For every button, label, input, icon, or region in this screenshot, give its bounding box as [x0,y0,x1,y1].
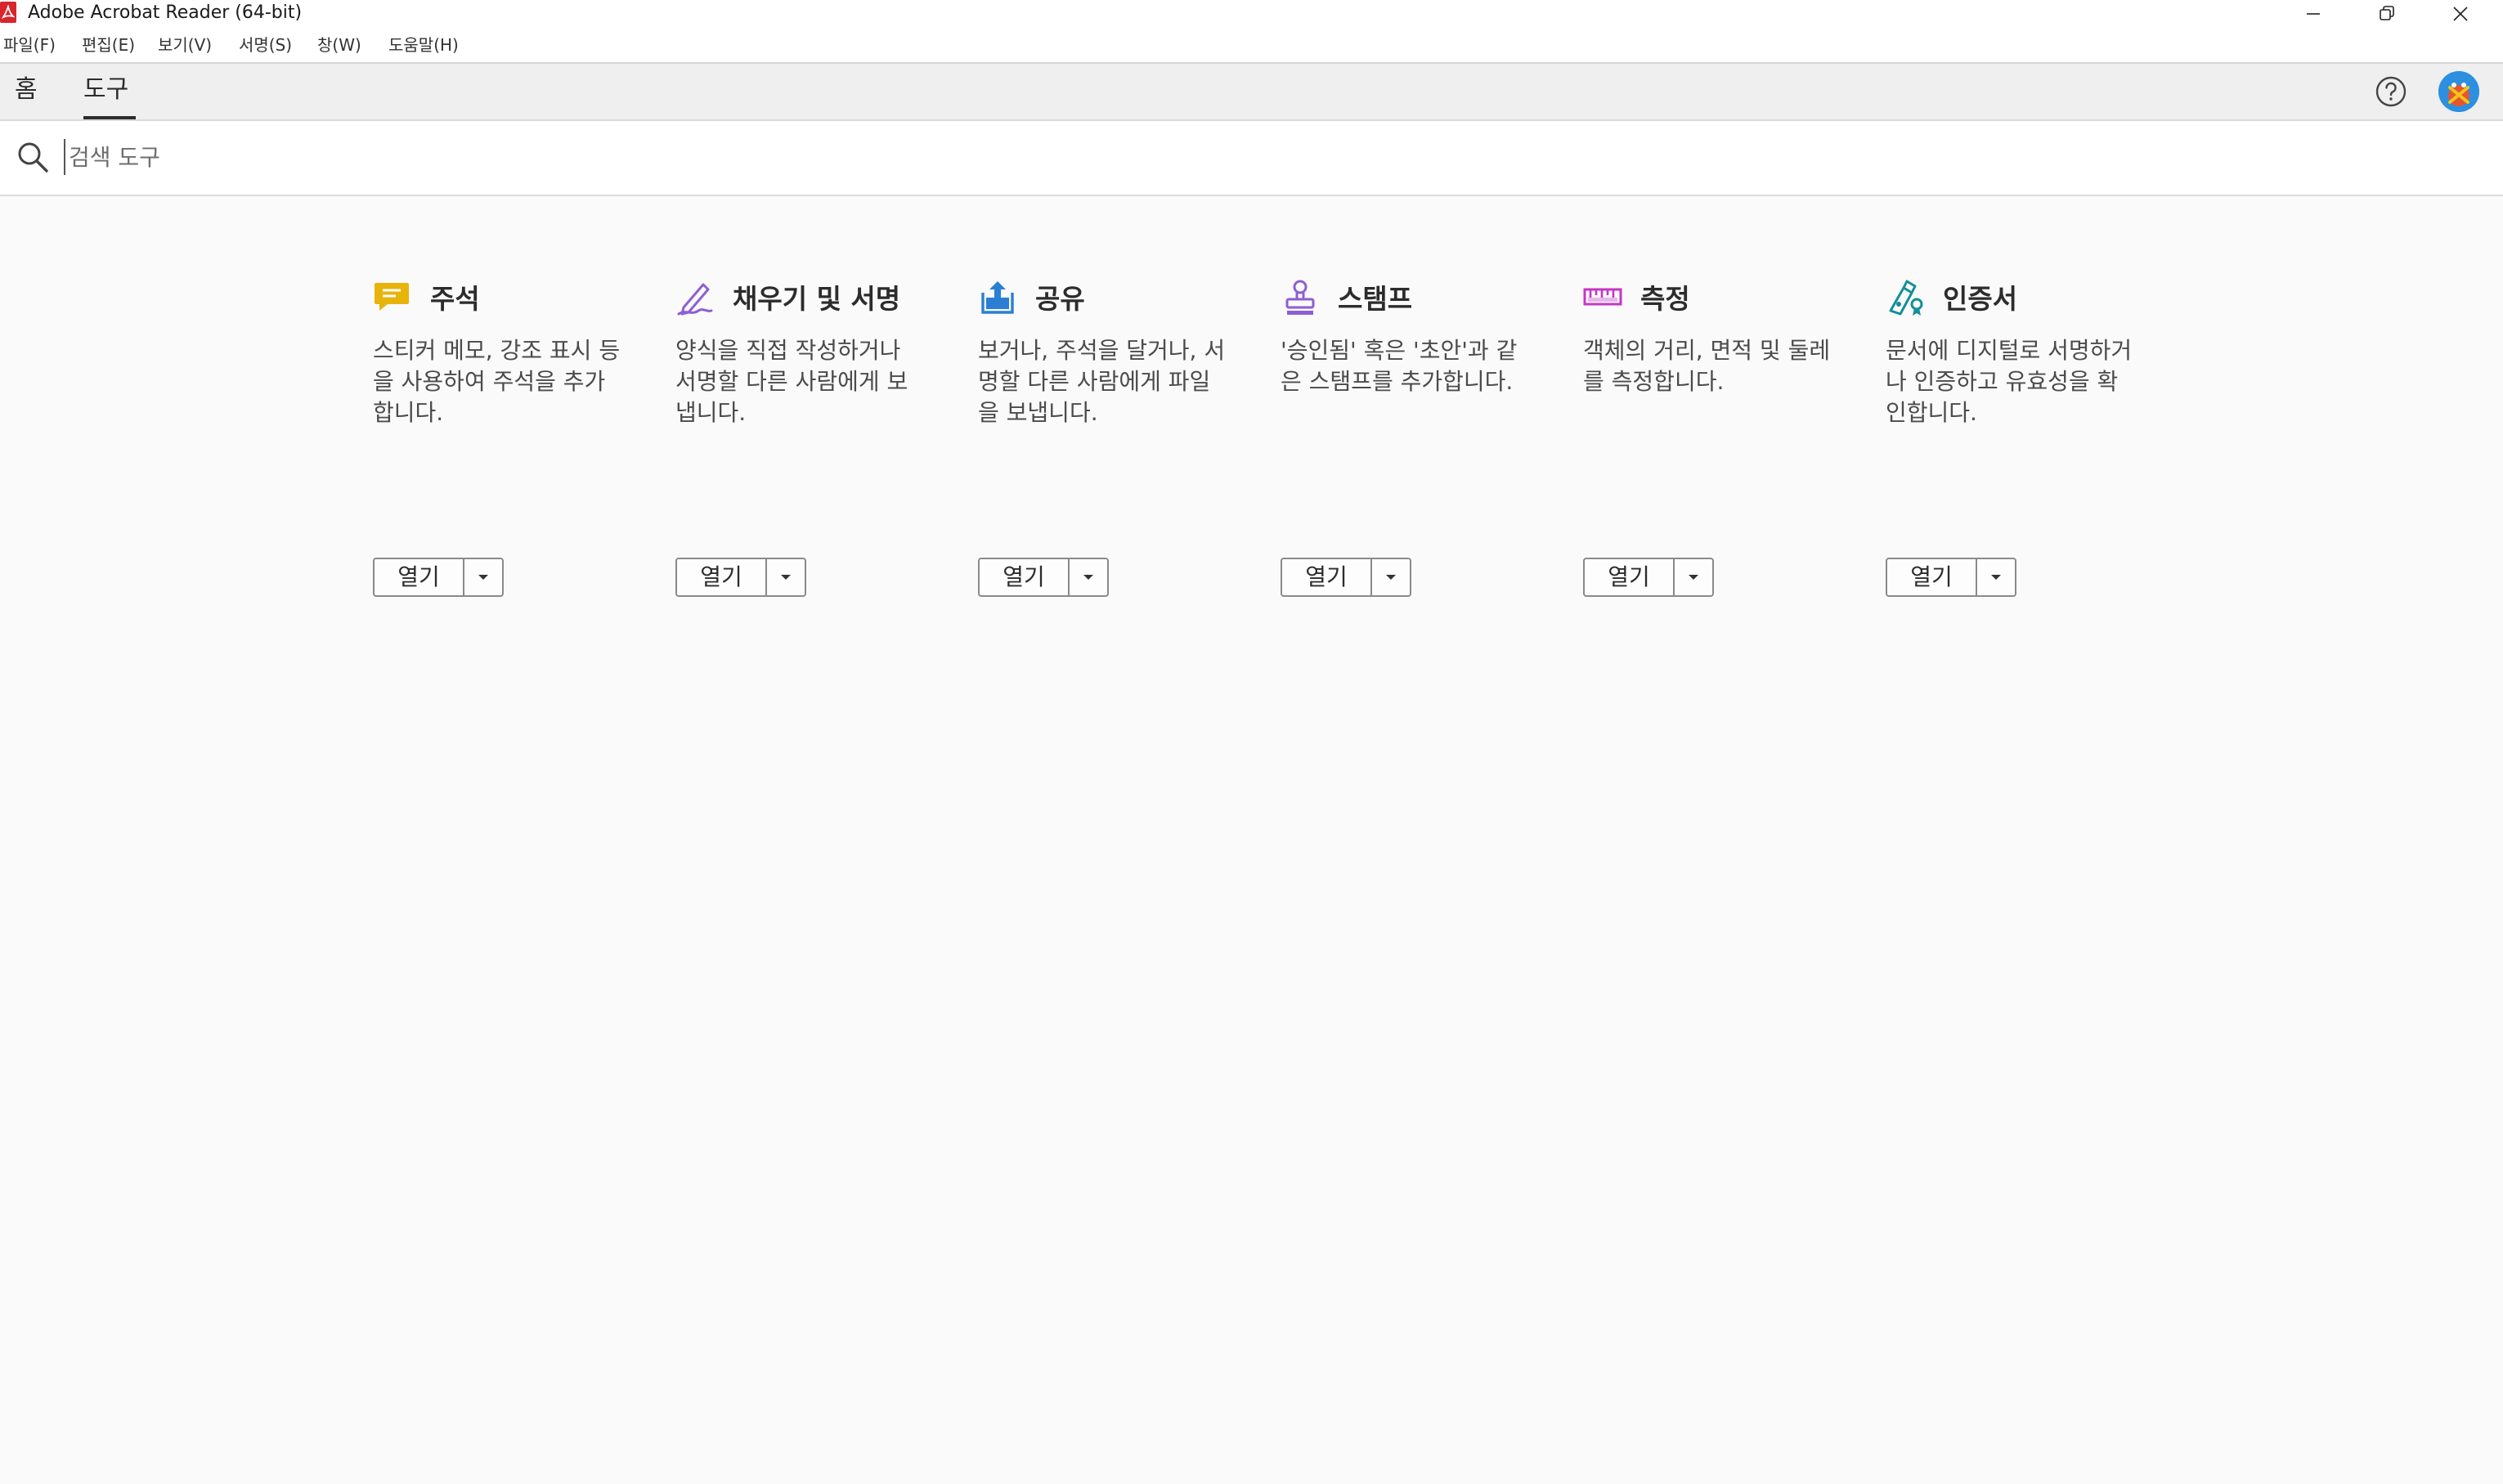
fill-sign-icon [677,283,713,316]
tool-description: '승인됨' 혹은 '초안'과 같은 스탬프를 추가합니다. [1281,337,1518,395]
minimize-button[interactable] [2276,0,2350,28]
tool-description: 스티커 메모, 강조 표시 등을 사용하여 주석을 추가합니다. [373,337,621,426]
tool-title: 채우기 및 서명 [733,283,901,315]
restore-button[interactable] [2350,0,2424,28]
open-button[interactable]: 열기 [1282,559,1372,595]
dropdown-arrow-icon [478,575,488,580]
dropdown-arrow-icon [781,575,791,580]
user-avatar[interactable] [2438,71,2479,112]
menu-bar: 파일(F) 편집(E) 보기(V) 서명(S) 창(W) 도움말(H) [0,28,2503,62]
menu-sign[interactable]: 서명(S) [239,34,292,56]
acrobat-logo-icon [0,2,16,23]
open-button-group: 열기 [1281,558,1411,597]
open-dropdown-button[interactable] [1675,559,1712,595]
menu-file[interactable]: 파일(F) [3,34,56,56]
close-icon [2453,7,2468,21]
open-button-group: 열기 [675,558,806,597]
open-dropdown-button[interactable] [1070,559,1107,595]
help-icon [2375,76,2407,107]
open-dropdown-button[interactable] [464,559,502,595]
tool-description: 객체의 거리, 면적 및 둘레를 측정합니다. [1583,337,1831,395]
stamp-icon [1285,280,1315,315]
menu-help[interactable]: 도움말(H) [388,34,459,56]
open-dropdown-button[interactable] [767,559,805,595]
ruler-icon [1583,288,1622,306]
open-button-group: 열기 [1886,558,2016,597]
tool-title: 공유 [1035,283,1085,315]
open-dropdown-button[interactable] [1372,559,1410,595]
tool-card-certificates: 인증서 문서에 디지털로 서명하거나 인증하고 유효성을 확인합니다. 열기 [1886,278,2147,605]
tool-title: 스탬프 [1338,283,1413,315]
active-tab-indicator [83,116,136,119]
tool-card-measure: 측정 객체의 거리, 면적 및 둘레를 측정합니다. 열기 [1583,278,1845,605]
open-button[interactable]: 열기 [677,559,767,595]
help-button[interactable] [2375,75,2407,108]
share-icon [981,281,1014,314]
open-dropdown-button[interactable] [1977,559,2015,595]
tab-home[interactable]: 홈 [15,74,38,106]
open-button-group: 열기 [978,558,1109,597]
open-button[interactable]: 열기 [980,559,1070,595]
open-button[interactable]: 열기 [1887,559,1977,595]
tab-bar: 홈 도구 [0,62,2503,121]
tool-card-comment: 주석 스티커 메모, 강조 표시 등을 사용하여 주석을 추가합니다. 열기 [373,278,635,605]
tool-card-stamp: 스탬프 '승인됨' 혹은 '초안'과 같은 스탬프를 추가합니다. 열기 [1281,278,1542,605]
tool-card-share: 공유 보거나, 주석을 달거나, 서명할 다른 사람에게 파일을 보냅니다. 열… [978,278,1240,605]
search-tools-input[interactable] [64,139,805,175]
open-button-group: 열기 [1583,558,1714,597]
tool-description: 양식을 직접 작성하거나 서명할 다른 사람에게 보냅니다. [675,337,908,426]
menu-edit[interactable]: 편집(E) [82,34,135,56]
avatar-icon [2438,71,2479,112]
tool-description: 문서에 디지털로 서명하거나 인증하고 유효성을 확인합니다. [1886,337,2133,426]
tool-description: 보거나, 주석을 달거나, 서명할 다른 사람에게 파일을 보냅니다. [978,337,1226,426]
open-button[interactable]: 열기 [375,559,464,595]
tool-title: 측정 [1640,283,1690,315]
tool-card-fill-sign: 채우기 및 서명 양식을 직접 작성하거나 서명할 다른 사람에게 보냅니다. … [675,278,937,605]
comment-icon [375,283,409,311]
restore-icon [2380,6,2394,20]
search-icon [18,142,48,173]
menu-window[interactable]: 창(W) [317,34,361,56]
search-bar [0,121,2503,196]
tab-tools[interactable]: 도구 [83,74,128,106]
tool-title: 주석 [430,283,480,315]
open-button[interactable]: 열기 [1585,559,1675,595]
close-button[interactable] [2424,0,2497,28]
minimize-icon [2307,13,2320,15]
dropdown-arrow-icon [1991,575,2001,580]
dropdown-arrow-icon [1689,575,1698,580]
dropdown-arrow-icon [1083,575,1093,580]
menu-view[interactable]: 보기(V) [158,34,212,56]
open-button-group: 열기 [373,558,504,597]
title-bar: Adobe Acrobat Reader (64-bit) [0,0,2503,28]
tool-title: 인증서 [1943,283,2018,315]
certificate-icon [1889,280,1923,316]
window-title: Adobe Acrobat Reader (64-bit) [28,2,303,23]
dropdown-arrow-icon [1386,575,1396,580]
